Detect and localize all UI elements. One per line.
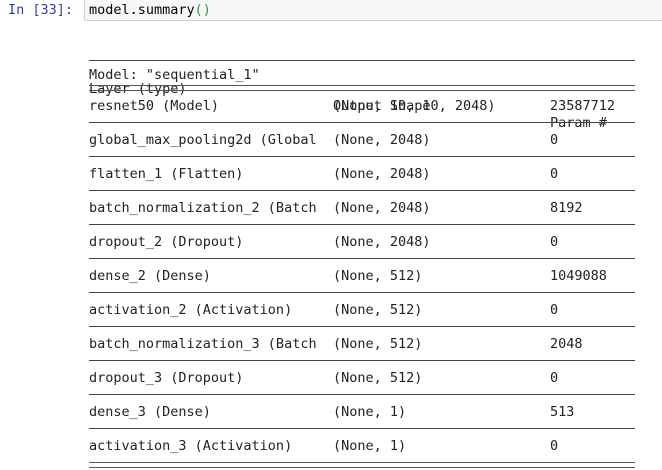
output-shape-cell: (None, 512) — [333, 370, 423, 386]
code-parens: () — [194, 2, 211, 18]
row-separator — [89, 326, 635, 327]
output-shape-cell: (None, 512) — [333, 268, 423, 284]
param-cell: 1049088 — [550, 268, 607, 284]
layer-cell: dropout_2 (Dropout) — [89, 234, 244, 250]
layer-cell: global_max_pooling2d (Global — [89, 132, 317, 148]
row-separator — [89, 292, 635, 293]
layer-cell: activation_3 (Activation) — [89, 438, 293, 454]
summary-table: Layer (type) Output Shape Param # resnet… — [89, 60, 637, 468]
layer-cell: resnet50 (Model) — [89, 98, 220, 114]
layer-cell: dense_3 (Dense) — [89, 404, 211, 420]
code-text: model.summary — [89, 2, 195, 18]
output-shape-cell: (None, 512) — [333, 302, 423, 318]
param-cell: 0 — [550, 166, 559, 182]
layer-cell: batch_normalization_2 (Batch — [89, 200, 317, 216]
output-shape-cell: (None, 2048) — [333, 132, 431, 148]
param-cell: 0 — [550, 438, 559, 454]
row-separator — [89, 428, 635, 429]
output-shape-cell: (None, 512) — [333, 336, 423, 352]
output-shape-cell: (None, 2048) — [333, 234, 431, 250]
cell-output: Model: "sequential_1" Layer (type) Outpu… — [89, 33, 662, 468]
output-shape-cell: (None, 1) — [333, 438, 407, 454]
param-cell: 513 — [550, 404, 575, 420]
param-cell: 8192 — [550, 200, 583, 216]
param-cell: 0 — [550, 302, 559, 318]
footer-double-rule — [89, 462, 635, 468]
layer-cell: activation_2 (Activation) — [89, 302, 293, 318]
row-separator — [89, 224, 635, 225]
row-separator — [89, 360, 635, 361]
header-double-rule — [89, 85, 635, 91]
param-cell: 23587712 — [550, 98, 616, 114]
input-prompt: In [33]: — [8, 2, 74, 18]
row-separator — [89, 156, 635, 157]
header-param: Param # — [550, 115, 607, 131]
layer-cell: dropout_3 (Dropout) — [89, 370, 244, 386]
layer-cell: flatten_1 (Flatten) — [89, 166, 244, 182]
code-cell-input[interactable]: model.summary() — [84, 0, 662, 21]
output-shape-cell: (None, 2048) — [333, 200, 431, 216]
output-shape-cell: (None, 2048) — [333, 166, 431, 182]
header-row: Layer (type) Output Shape Param # — [89, 64, 607, 131]
row-separator — [89, 190, 635, 191]
param-cell: 2048 — [550, 336, 583, 352]
row-separator — [89, 394, 635, 395]
output-shape-cell: (None, 10, 10, 2048) — [333, 98, 496, 114]
layer-cell: batch_normalization_3 (Batch — [89, 336, 317, 352]
top-rule — [89, 60, 635, 61]
param-cell: 0 — [550, 132, 559, 148]
param-cell: 0 — [550, 234, 559, 250]
param-cell: 0 — [550, 370, 559, 386]
row-separator — [89, 122, 635, 123]
layer-cell: dense_2 (Dense) — [89, 268, 211, 284]
output-shape-cell: (None, 1) — [333, 404, 407, 420]
row-separator — [89, 258, 635, 259]
